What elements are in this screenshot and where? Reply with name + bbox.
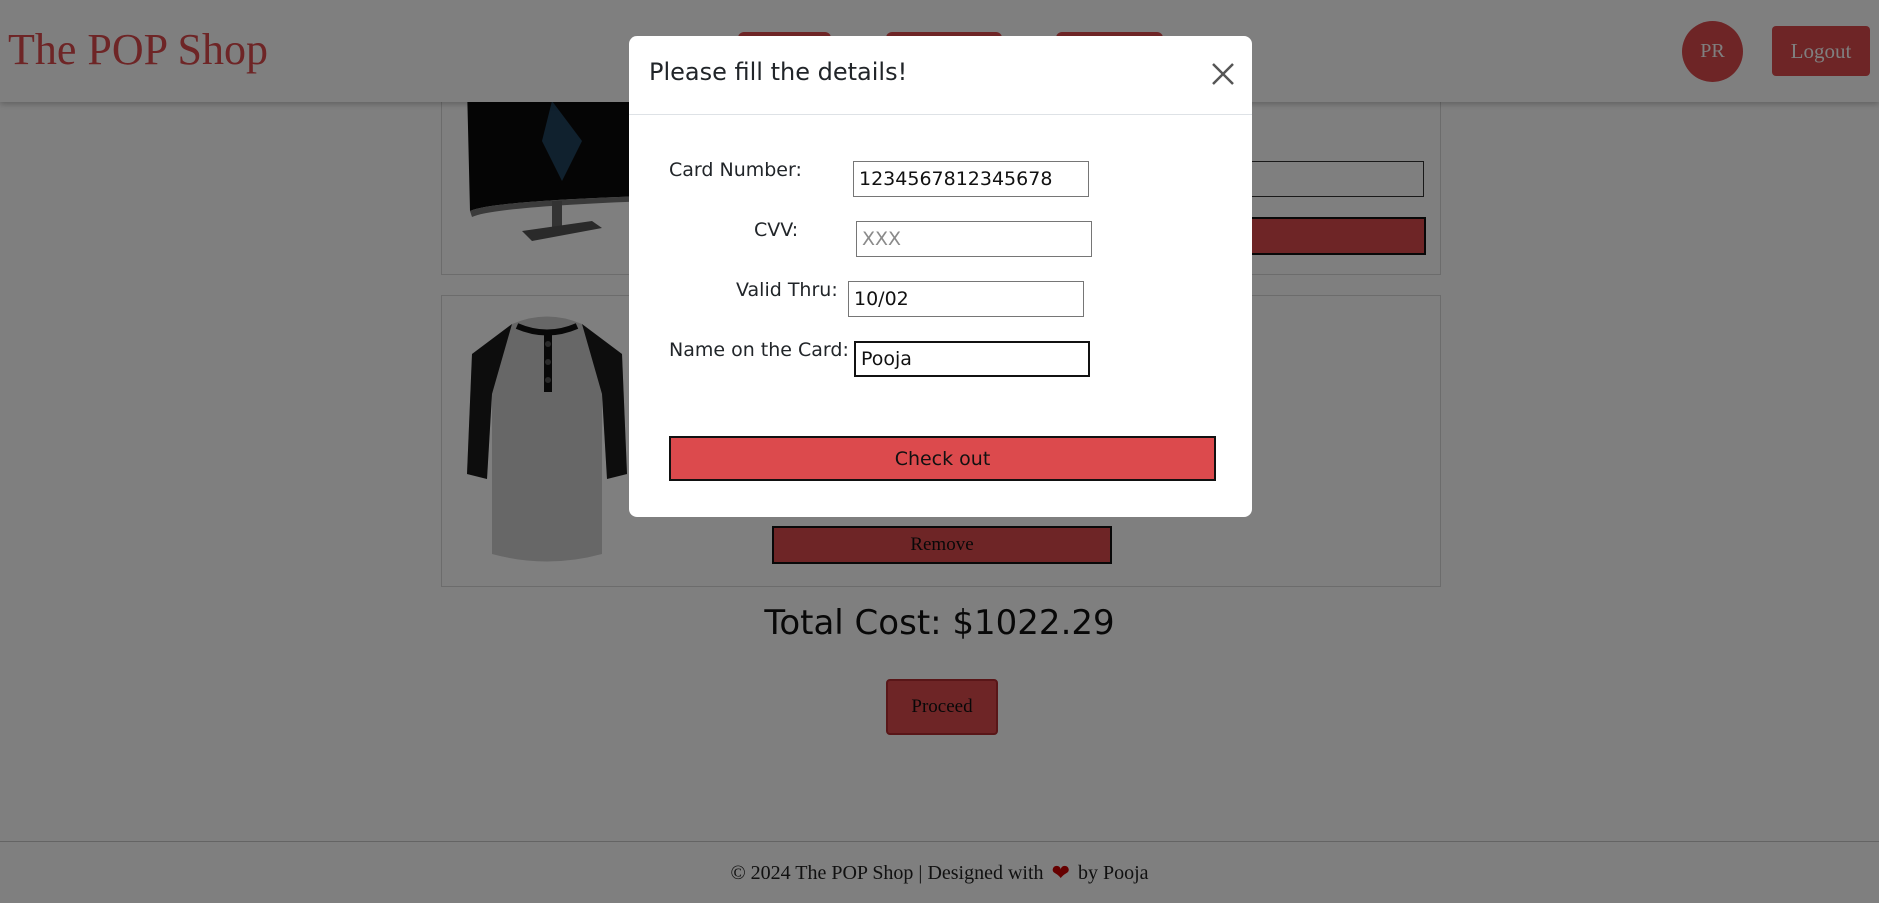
cvv-label: CVV: <box>754 219 799 241</box>
valid-thru-input[interactable] <box>848 281 1084 317</box>
payment-modal: Please fill the details! Card Number: CV… <box>629 36 1252 517</box>
card-number-label: Card Number: <box>669 159 802 181</box>
cvv-input[interactable] <box>856 221 1092 257</box>
checkout-button[interactable]: Check out <box>669 436 1216 481</box>
name-on-card-input[interactable] <box>854 341 1090 377</box>
card-number-input[interactable] <box>853 161 1089 197</box>
modal-header: Please fill the details! <box>629 36 1252 115</box>
modal-title: Please fill the details! <box>649 58 908 86</box>
name-on-card-label: Name on the Card: <box>669 339 849 361</box>
close-icon[interactable] <box>1207 58 1239 90</box>
valid-thru-label: Valid Thru: <box>736 279 838 301</box>
